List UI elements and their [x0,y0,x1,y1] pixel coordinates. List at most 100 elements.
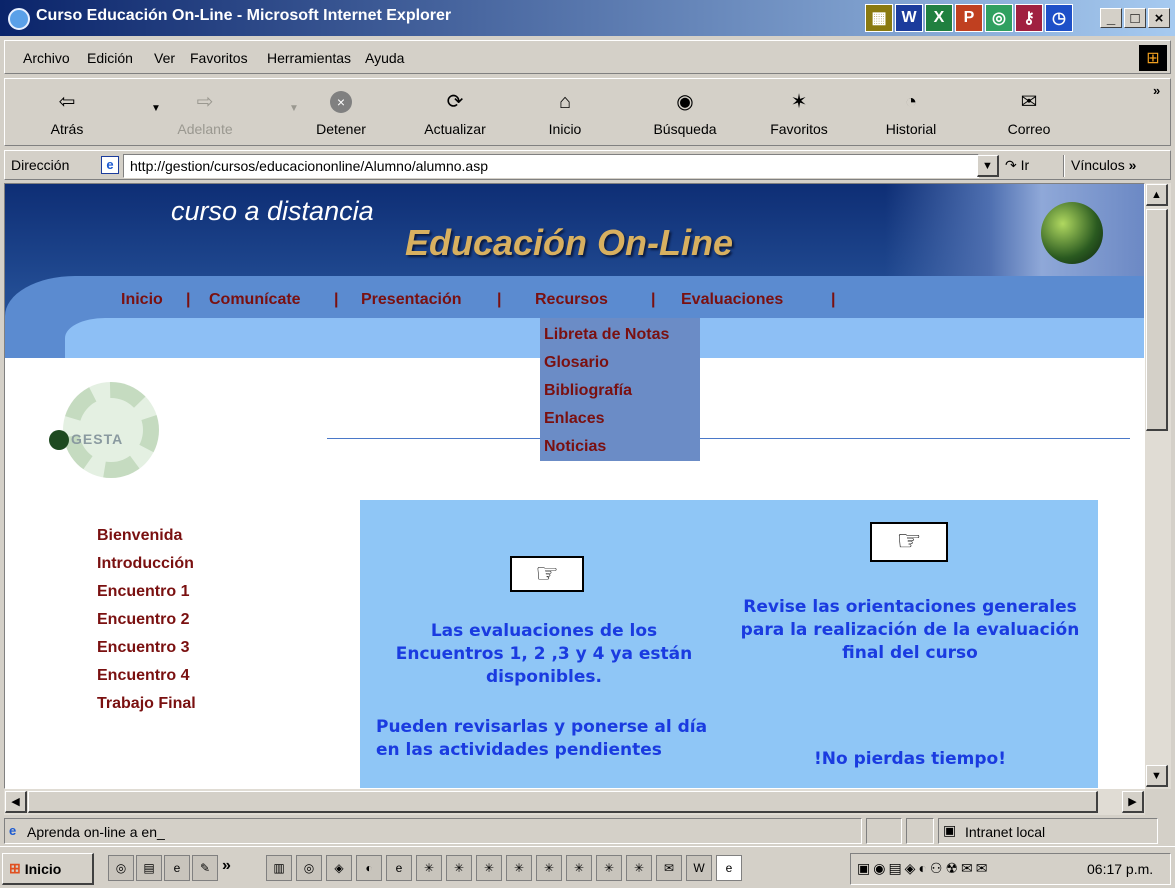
sidebar-item-encuentro-3[interactable]: Encuentro 3 [97,639,189,657]
banner-title: Educación On-Line [405,222,734,263]
menu-ayuda[interactable]: Ayuda [365,50,404,66]
menu-herramientas[interactable]: Herramientas [267,50,351,66]
stop-button[interactable]: × Detener [301,81,381,143]
security-zone-pane: ▣ Intranet local [938,818,1158,844]
hscroll-thumb[interactable] [28,791,1098,813]
toolbar: ⇦ Atrás ▼ ⇨ Adelante ▼ × Detener ⟳ Actua… [4,78,1171,146]
links-button[interactable]: Vínculos » [1071,157,1136,173]
toolbar-overflow-chevron-icon[interactable]: » [1153,83,1160,98]
task-word-icon[interactable]: W [686,855,712,881]
nav-evaluaciones[interactable]: Evaluaciones [681,291,783,309]
quicklaunch-ie-icon[interactable]: e [164,855,190,881]
quicklaunch-chevron-icon[interactable]: » [222,857,231,875]
dropdown-enlaces[interactable]: Enlaces [544,410,604,428]
menu-ver[interactable]: Ver [154,50,175,66]
scroll-thumb[interactable] [1146,209,1168,431]
task-paint-icon[interactable]: ✳ [476,855,502,881]
address-input[interactable]: http://gestion/cursos/educaciononline/Al… [123,154,979,178]
forward-button[interactable]: ⇨ Adelante [165,81,245,143]
vertical-scrollbar[interactable]: ▲ ▼ [1145,183,1171,789]
sidebar-item-trabajo-final[interactable]: Trabajo Final [97,695,196,713]
back-dropdown-icon[interactable]: ▼ [151,103,161,114]
start-button[interactable]: ⊞ Inicio [2,853,94,885]
scroll-down-icon[interactable]: ▼ [1146,765,1168,787]
access-icon[interactable]: ⚷ [1015,4,1043,32]
task-paint-icon[interactable]: ✳ [506,855,532,881]
favorites-button[interactable]: ✶ Favoritos [759,81,839,143]
home-label: Inicio [548,121,582,137]
maximize-button[interactable]: □ [1124,8,1146,28]
quicklaunch-outlook-icon[interactable]: ✎ [192,855,218,881]
ie-icon[interactable] [8,8,30,30]
excel-icon[interactable]: X [925,4,953,32]
task-publisher-icon[interactable]: ◎ [296,855,322,881]
refresh-icon: ⟳ [446,91,464,113]
app-quicklaunch-icon[interactable]: ▦ [865,4,893,32]
search-label: Búsqueda [653,121,717,137]
nav-comunicate[interactable]: Comunícate [209,291,301,309]
task-app-icon[interactable]: ◈ [326,855,352,881]
tray-icons[interactable]: ▣◉▤◈◐⚇☢✉✉ [857,860,990,877]
task-paint-icon[interactable]: ✳ [566,855,592,881]
task-explorer-icon[interactable]: ▥ [266,855,292,881]
task-paint-icon[interactable]: ✳ [536,855,562,881]
publisher-icon[interactable]: ◎ [985,4,1013,32]
dropdown-bibliografia[interactable]: Bibliografía [544,382,632,400]
taskbar: ⊞ Inicio ◎ ▤ e ✎ » ▥ ◎ ◈ ◐ e ✳ ✳ ✳ ✳ ✳ ✳… [0,846,1175,888]
close-button[interactable]: × [1148,8,1170,28]
status-pane-empty [906,818,934,844]
gesta-logo-text: GESTA [71,431,124,447]
task-paint-icon[interactable]: ✳ [446,855,472,881]
dropdown-libreta-de-notas[interactable]: Libreta de Notas [544,326,669,344]
sidebar-item-bienvenida[interactable]: Bienvenida [97,527,182,545]
forward-dropdown-icon[interactable]: ▼ [289,103,299,114]
sidebar-item-encuentro-2[interactable]: Encuentro 2 [97,611,189,629]
favorites-label: Favoritos [770,121,828,137]
task-ie-active-icon[interactable]: e [716,855,742,881]
back-arrow-icon: ⇦ [58,91,76,113]
task-paint-icon[interactable]: ✳ [626,855,652,881]
address-dropdown-icon[interactable]: ▼ [977,155,999,177]
go-button[interactable]: ↷ Ir [1005,157,1029,174]
sidebar-item-encuentro-1[interactable]: Encuentro 1 [97,583,189,601]
nav-presentacion[interactable]: Presentación [361,291,461,309]
scroll-right-icon[interactable]: ▶ [1122,791,1144,813]
task-paint-icon[interactable]: ✳ [596,855,622,881]
page-status-icon: e [9,823,17,838]
task-ie-icon[interactable]: e [386,855,412,881]
nav-inicio[interactable]: Inicio [121,291,163,309]
menu-edicion[interactable]: Edición [87,50,133,66]
quicklaunch-desktop-icon[interactable]: ▤ [136,855,162,881]
refresh-button[interactable]: ⟳ Actualizar [415,81,495,143]
powerpoint-icon[interactable]: P [955,4,983,32]
dropdown-glosario[interactable]: Glosario [544,354,609,372]
window-title: Curso Educación On-Line - Microsoft Inte… [36,7,452,24]
menu-archivo[interactable]: Archivo [23,50,70,66]
nav-separator: | [497,291,502,308]
horizontal-scrollbar[interactable]: ◀ ▶ [4,789,1145,815]
minimize-button[interactable]: _ [1100,8,1122,28]
nav-separator: | [334,291,339,308]
task-paint-icon[interactable]: ✳ [416,855,442,881]
scroll-up-icon[interactable]: ▲ [1146,184,1168,206]
word-icon[interactable]: W [895,4,923,32]
search-button[interactable]: ◉ Búsqueda [645,81,725,143]
outlook-icon[interactable]: ◷ [1045,4,1073,32]
task-mail-icon[interactable]: ✉ [656,855,682,881]
home-button[interactable]: ⌂ Inicio [525,81,605,143]
gesta-gear-logo [63,382,159,478]
nav-recursos[interactable]: Recursos [535,291,608,309]
scroll-left-icon[interactable]: ◀ [5,791,27,813]
sidebar-item-introduccion[interactable]: Introducción [97,555,194,573]
task-app-icon[interactable]: ◐ [356,855,382,881]
mail-button[interactable]: ✉ Correo [989,81,1069,143]
windows-logo-icon: ⊞ [1139,45,1167,71]
sidebar-item-encuentro-4[interactable]: Encuentro 4 [97,667,189,685]
back-button[interactable]: ⇦ Atrás [27,81,107,143]
menu-favoritos[interactable]: Favoritos [190,50,248,66]
search-icon: ◉ [676,91,694,113]
quicklaunch-publisher-icon[interactable]: ◎ [108,855,134,881]
banner-tagline: curso a distancia [171,196,374,226]
history-button[interactable]: ◔ Historial [871,81,951,143]
dropdown-noticias[interactable]: Noticias [544,438,606,456]
